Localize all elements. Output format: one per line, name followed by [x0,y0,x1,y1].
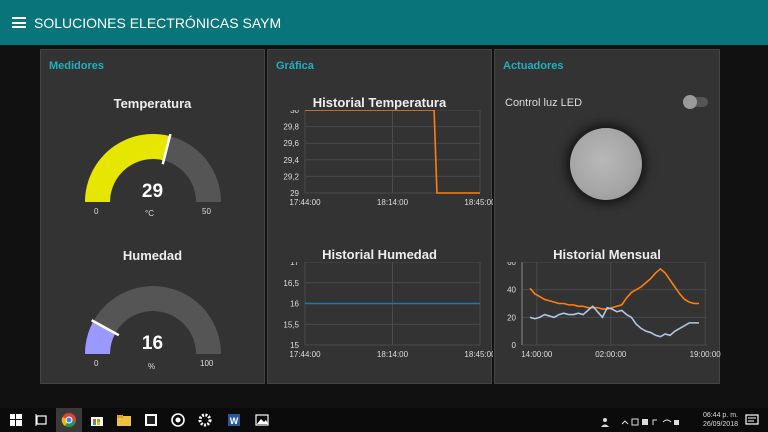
settings-gear-icon[interactable] [197,412,213,428]
gauge-humedad-min: 0 [94,359,99,368]
chart-title-mensual: Historial Mensual [553,247,661,262]
gauge-humedad-value: 16 [141,333,164,354]
people-icon[interactable] [600,414,610,427]
taskbar-clock[interactable]: 06:44 p. m. 26/09/2018 [703,411,738,429]
y-tick-label: 20 [507,313,516,322]
toggle-knob[interactable] [683,95,697,109]
y-tick-label: 60 [507,262,516,267]
chrome-icon[interactable] [61,412,77,428]
x-tick-label: 18:14:00 [377,198,409,207]
circular-app-icon[interactable] [170,412,186,428]
y-tick-label: 16 [290,300,299,309]
y-tick-label: 30 [290,110,299,115]
system-tray-icons[interactable] [620,414,679,426]
chart-historial-temperatura: 30 29,8 29,6 29,4 29,2 2917:44:00 18:14:00 18:4… [283,110,493,207]
y-tick-label: 0 [512,341,517,350]
x-tick-label: 19:00:00 [690,350,721,359]
card-title-grafica: Gráfica [276,60,314,72]
gauge-humedad-max: 100 [200,359,214,368]
card-grafica: Gráfica Historial Temperatura 30 29,8 29,6… [267,49,493,384]
card-title-actuadores: Actuadores [503,60,564,72]
switch-label-led: Control luz LED [505,97,583,109]
y-tick-label: 29,4 [283,156,299,165]
gauge-title-humedad: Humedad [122,248,183,263]
gauge-temperatura-unit: °C [145,209,154,218]
x-tick-label: 18:45:00 [464,198,493,207]
gauge-temperatura-max: 50 [202,207,211,216]
y-tick-label: 15 [290,341,299,350]
y-tick-label: 29,8 [283,123,299,132]
gauge-humedad-unit: % [148,362,156,371]
gauge-temperatura-value: 29 [141,181,164,202]
led-indicator [570,128,642,200]
chart-title-temperatura: Historial Temperatura [312,95,447,110]
y-tick-label: 17 [290,262,299,267]
chart-historial-humedad: 17 16,5 16 15,5 1517:44:00 18:14:00 18:45:00 [283,262,493,359]
x-tick-label: 17:44:00 [289,350,321,359]
sticky-app-icon[interactable] [143,412,159,428]
x-tick-label: 02:00:00 [595,350,627,359]
app-title: SOLUCIONES ELECTRÓNICAS SAYM [34,14,282,31]
y-tick-label: 15,5 [283,320,299,329]
photos-icon[interactable] [254,412,270,428]
y-tick-label: 29,2 [283,172,299,181]
x-tick-label: 17:44:00 [289,198,321,207]
x-tick-label: 18:45:00 [464,350,493,359]
clock-time: 06:44 p. m. [702,412,738,419]
led-toggle-switch[interactable] [683,95,708,109]
card-actuadores: Actuadores Control luz LED Historial Men… [494,49,721,384]
windows-taskbar: W 06:44 p. m. 26/09/2018 [0,408,768,432]
svg-text:W: W [230,416,239,426]
x-tick-label: 18:14:00 [377,350,409,359]
y-tick-label: 16,5 [283,279,299,288]
y-tick-label: 29,6 [283,139,299,148]
notifications-icon[interactable] [744,412,760,428]
y-tick-label: 29 [290,189,299,198]
windows-start-icon[interactable] [8,412,24,428]
x-tick-label: 14:00:00 [521,350,553,359]
clock-date: 26/09/2018 [702,421,738,428]
card-medidores: Medidores Temperatura 29 °C 0 50 Humedad… [40,49,265,384]
chart-historial-mensual: 60 40 20 0 14:00:00 02:00:00 19:00:00 [507,262,721,359]
store-icon[interactable] [89,412,105,428]
word-icon[interactable]: W [226,412,242,428]
gauge-temperatura-min: 0 [94,207,99,216]
file-explorer-icon[interactable] [116,412,132,428]
hamburger-menu-icon[interactable] [12,17,26,28]
chart-title-humedad: Historial Humedad [322,247,437,262]
y-tick-label: 40 [507,286,516,295]
series-line [529,305,699,338]
app-header: SOLUCIONES ELECTRÓNICAS SAYM [0,0,768,45]
series-line [529,267,699,310]
task-view-icon[interactable] [34,412,50,428]
